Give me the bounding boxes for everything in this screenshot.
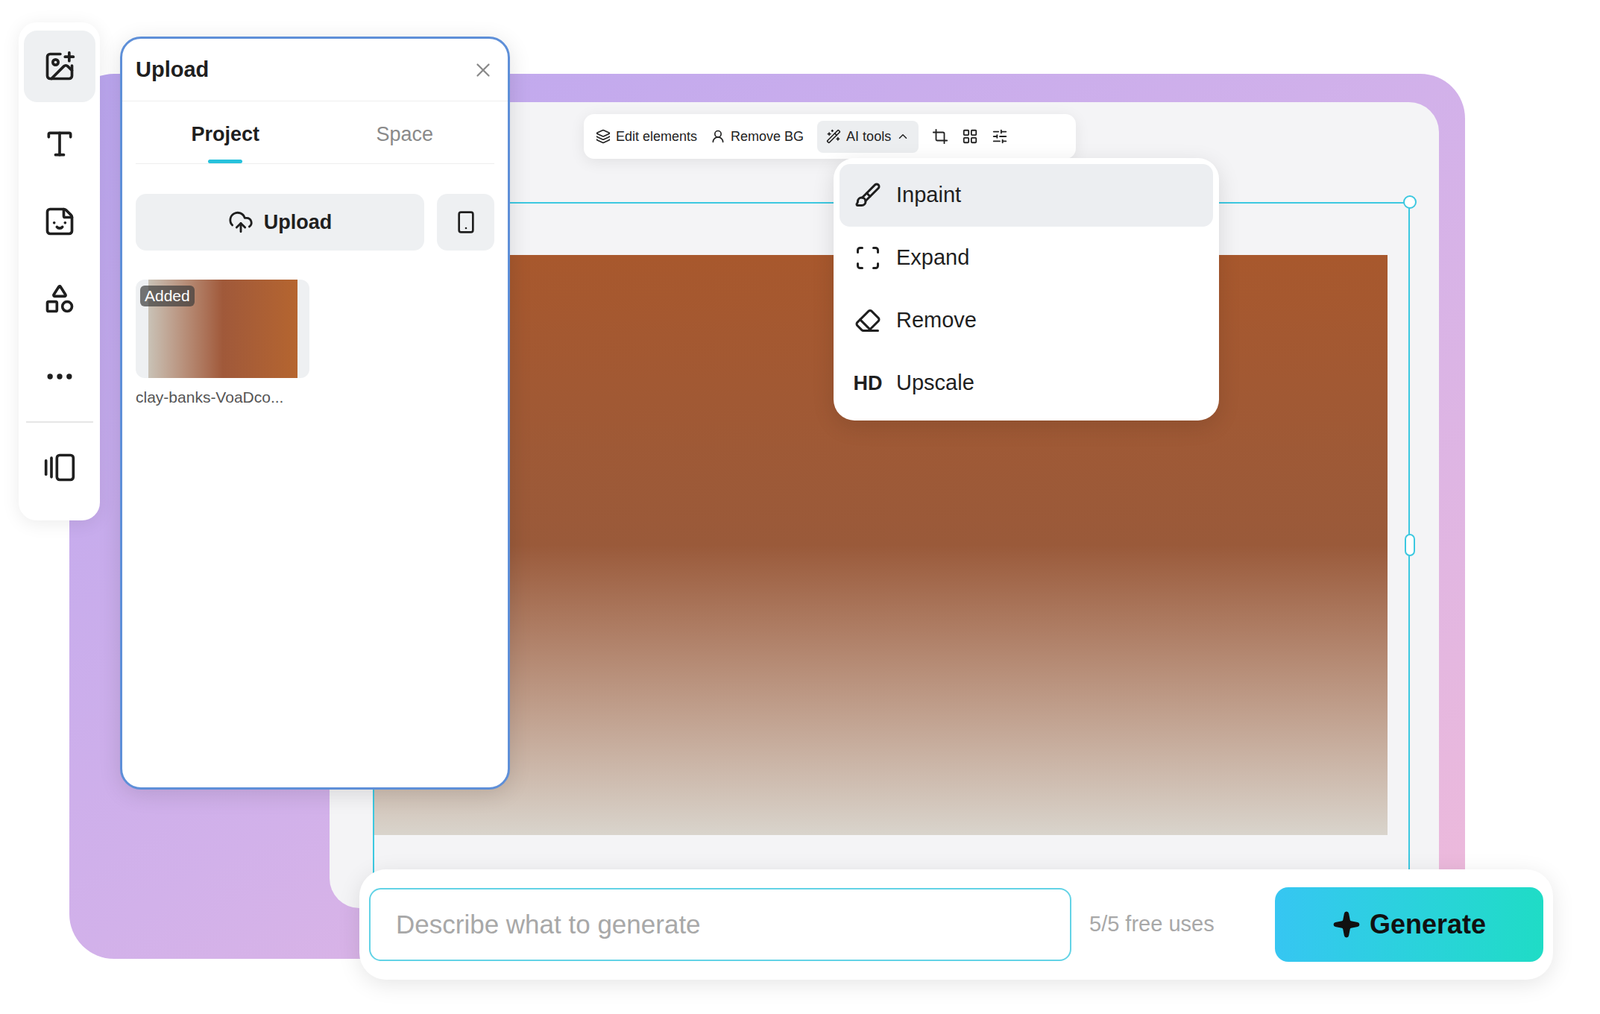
- usage-count: 5/5 free uses: [1089, 908, 1215, 941]
- adjust-icon[interactable]: [991, 128, 1009, 145]
- menu-icon-slot: [852, 181, 883, 209]
- wand-icon: [826, 128, 842, 144]
- sidebar-item[interactable]: [23, 185, 96, 258]
- tool-sidebar: [18, 22, 100, 521]
- menu-label: Expand: [896, 241, 970, 275]
- sidebar-item[interactable]: [23, 340, 96, 413]
- toolbar-label: Remove BG: [730, 126, 804, 147]
- asset-thumbnail: Added: [135, 279, 310, 379]
- brush-icon: [854, 181, 882, 209]
- expand-icon: [854, 244, 882, 272]
- cloud-upload-icon: [228, 209, 254, 235]
- prompt-input[interactable]: Describe what to generate: [369, 887, 1072, 962]
- more-icon: [43, 360, 77, 393]
- person-icon: [710, 128, 726, 144]
- menu-label: Inpaint: [896, 178, 962, 212]
- prompt-bar: Describe what to generate 5/5 free uses Ge…: [359, 869, 1554, 980]
- generate-button[interactable]: Generate: [1274, 887, 1544, 962]
- eraser-icon: [854, 307, 882, 335]
- menu-item[interactable]: Remove: [839, 289, 1214, 352]
- shapes-icon: [43, 282, 77, 316]
- menu-item[interactable]: Expand: [839, 226, 1214, 290]
- hd-badge: HD: [853, 368, 883, 399]
- menu-item[interactable]: Inpaint: [839, 164, 1214, 227]
- upload-button[interactable]: Upload: [135, 193, 425, 251]
- close-icon[interactable]: [471, 58, 495, 82]
- asset-item[interactable]: Added clay-banks-VoaDco...: [135, 279, 310, 410]
- phone-upload-button[interactable]: [436, 193, 495, 251]
- menu-label: Remove: [896, 304, 977, 337]
- asset-name: clay-banks-VoaDco...: [135, 385, 310, 410]
- menu-icon-slot: HD: [852, 368, 883, 399]
- chevron-icon: [896, 129, 910, 144]
- menu-item[interactable]: HD Upscale: [839, 351, 1214, 415]
- panel-tabs: Project Space: [135, 101, 495, 165]
- sidebar-item[interactable]: [23, 431, 96, 504]
- ai-tools-menu: Inpaint Expand Remove HD Upscale: [833, 158, 1220, 421]
- sidebar-item[interactable]: [23, 108, 96, 180]
- menu-icon-slot: [852, 244, 883, 272]
- sticker-icon: [43, 205, 77, 238]
- upload-panel: Upload Project Space Upload Added clay-banks-…: [120, 36, 510, 790]
- image-toolbar: Edit elements Remove BG AI tools: [583, 114, 1076, 159]
- added-badge: Added: [140, 285, 195, 307]
- tab-label: Project: [190, 120, 260, 148]
- panel-tab[interactable]: Space: [315, 101, 496, 164]
- upload-label: Upload: [263, 207, 333, 238]
- toolbar-button[interactable]: Remove BG: [710, 126, 804, 147]
- sparkle-icon: [1332, 910, 1361, 939]
- sidebar-item[interactable]: [23, 263, 96, 335]
- layers-icon: [595, 128, 611, 144]
- asset-list: Added clay-banks-VoaDco...: [122, 279, 508, 410]
- app: Edit elements Remove BG AI tools Inpaint Exp…: [0, 0, 1600, 1014]
- panel-title: Upload: [135, 53, 209, 87]
- menu-icon-slot: [852, 307, 883, 335]
- upload-row: Upload: [122, 193, 508, 251]
- menu-label: Upscale: [896, 366, 975, 400]
- generate-label: Generate: [1369, 904, 1486, 945]
- tab-underline: [208, 159, 243, 164]
- image-plus-icon: [43, 49, 77, 83]
- tab-underline: [387, 159, 422, 164]
- sidebar-item[interactable]: [23, 30, 96, 103]
- text-icon: [43, 127, 77, 161]
- toolbar-button[interactable]: Edit elements: [595, 126, 698, 147]
- prompt-placeholder: Describe what to generate: [395, 905, 701, 945]
- phone-icon: [454, 210, 478, 235]
- crop-icon[interactable]: [931, 128, 949, 145]
- tab-label: Space: [375, 120, 434, 148]
- resize-handle[interactable]: [1403, 195, 1417, 209]
- resize-handle[interactable]: [1404, 533, 1416, 557]
- sidebar-divider: [26, 421, 94, 423]
- arrange-icon[interactable]: [961, 128, 979, 145]
- panel-header: Upload: [122, 38, 508, 102]
- ai-tools-button[interactable]: AI tools: [817, 120, 919, 153]
- panel-tab[interactable]: Project: [135, 101, 316, 164]
- slideshow-icon: [43, 451, 77, 484]
- toolbar-label: AI tools: [846, 126, 891, 147]
- toolbar-label: Edit elements: [615, 126, 698, 147]
